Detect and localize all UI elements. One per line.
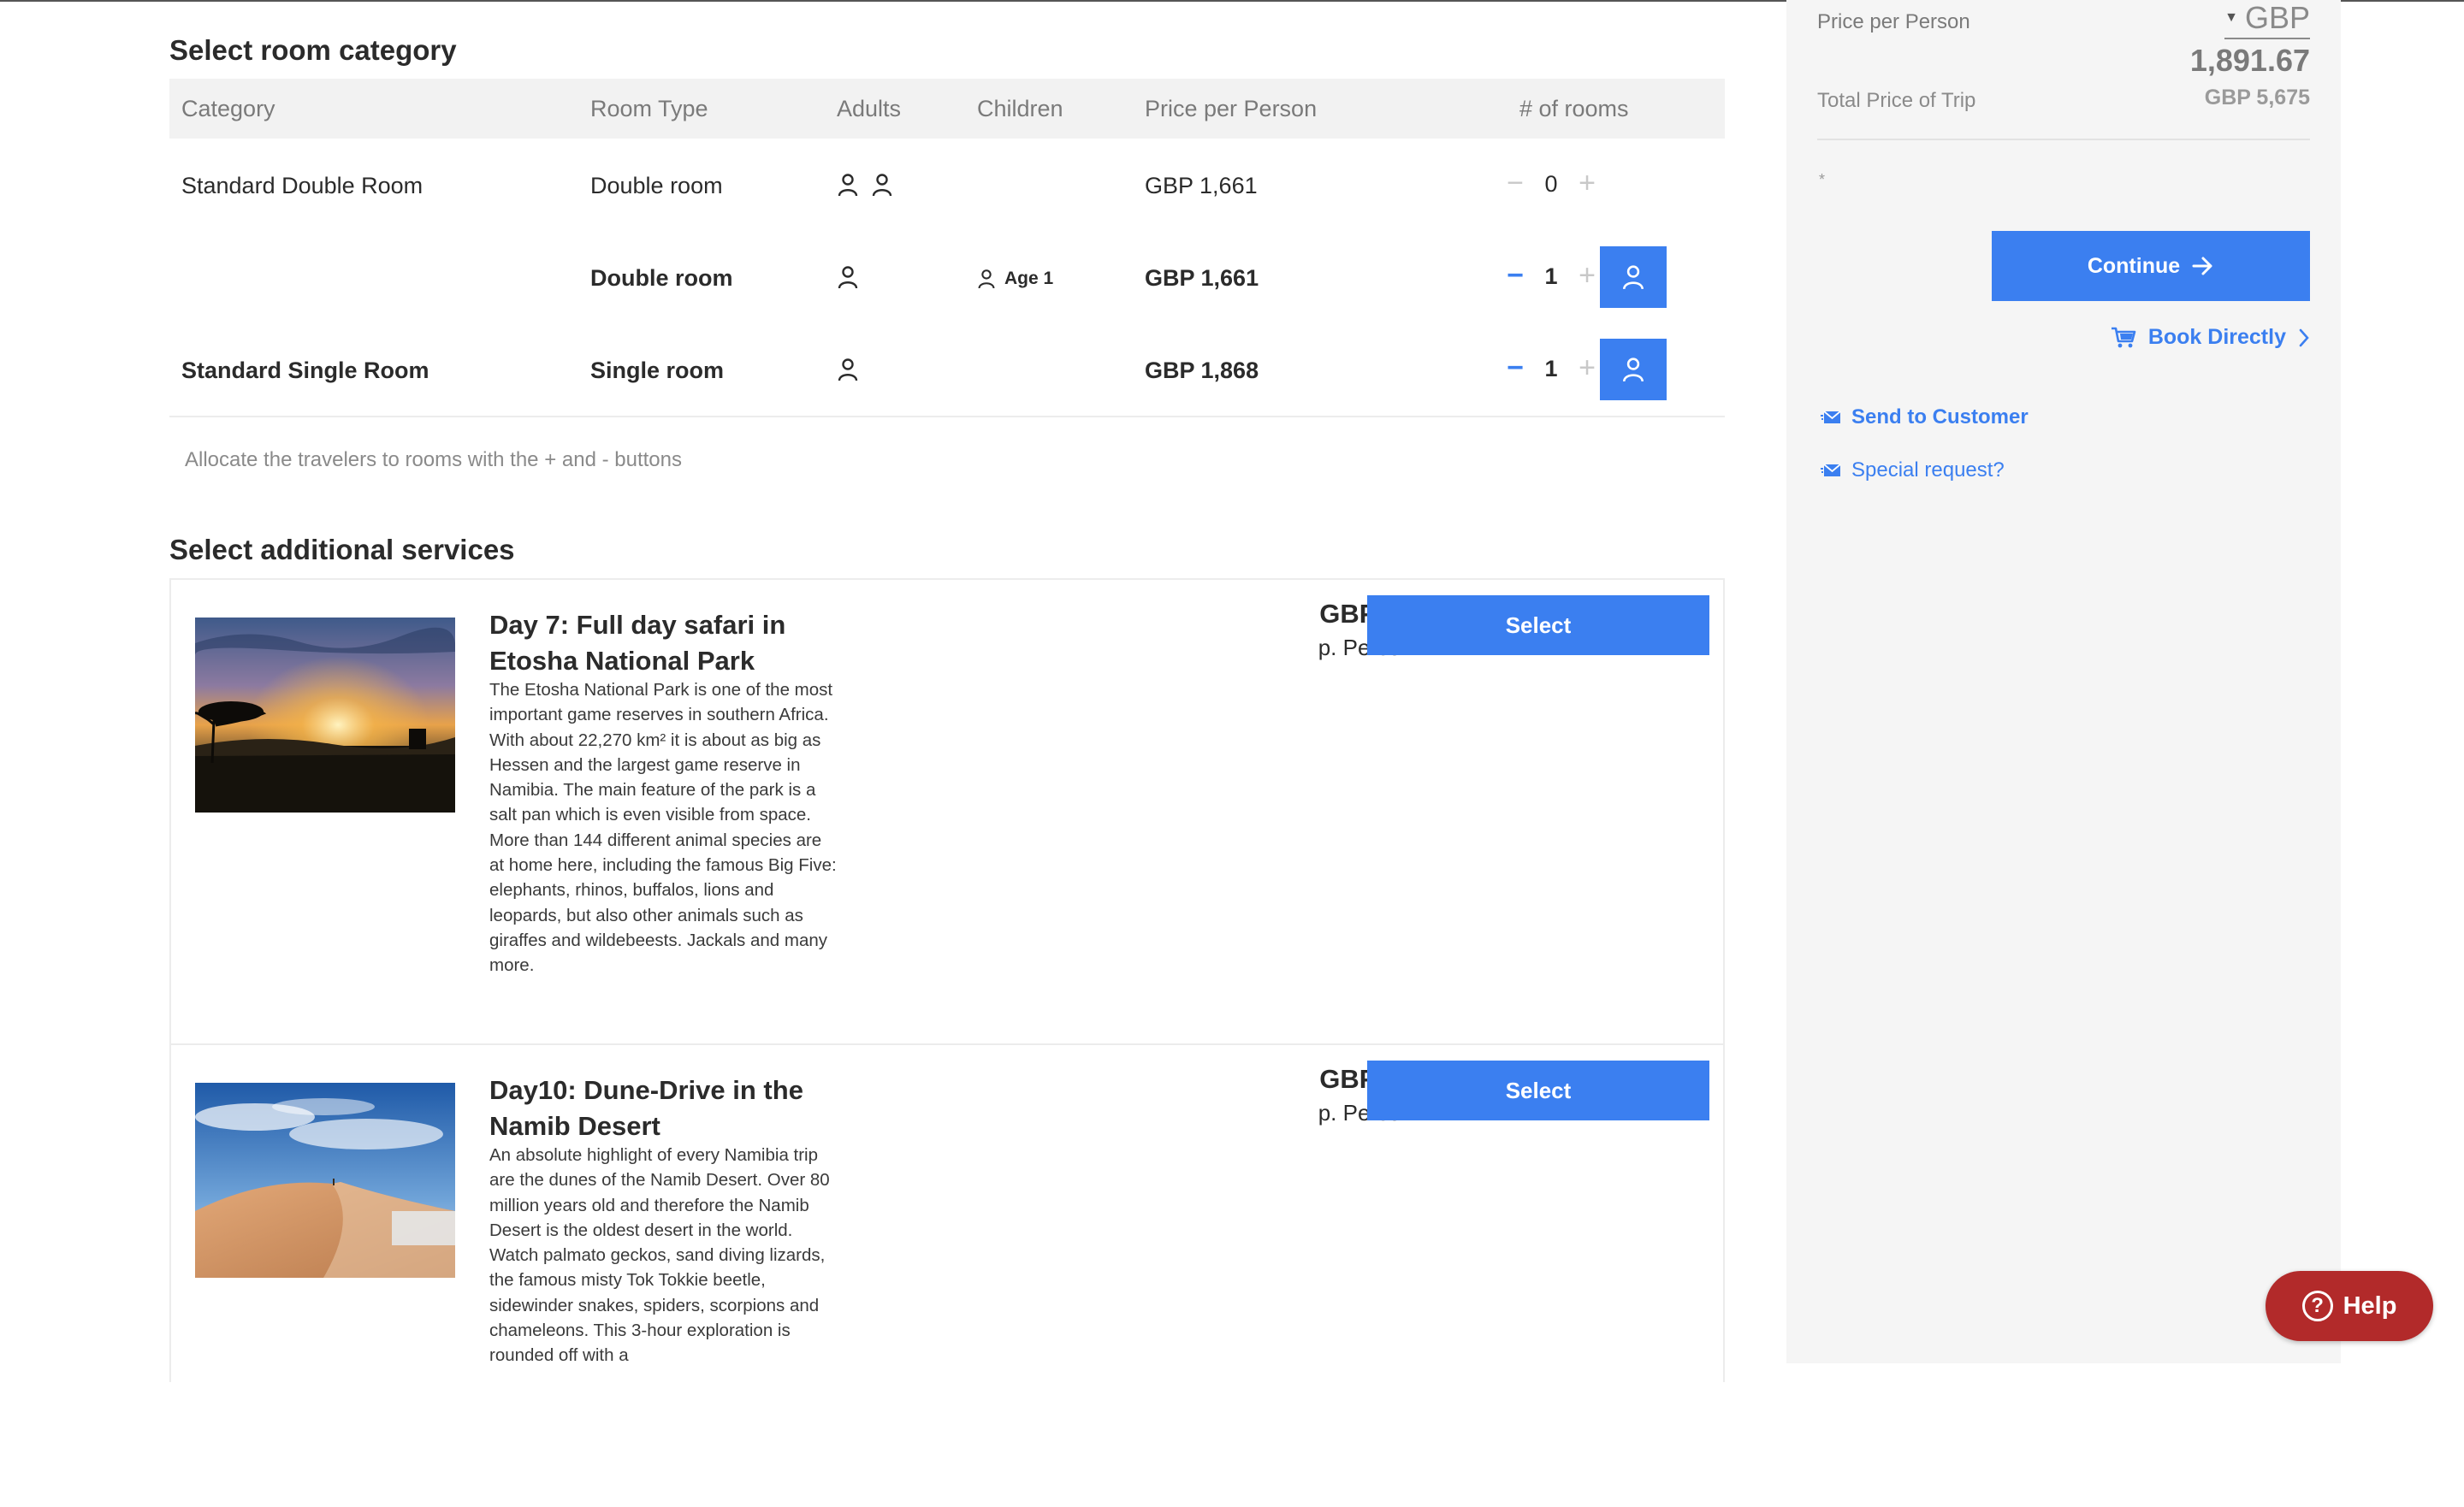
header-num-rooms: # of rooms [1519, 96, 1629, 121]
child-icon [978, 269, 995, 289]
assign-travelers-button[interactable] [1600, 339, 1667, 400]
room-table-header: Category Room Type Adults Children Price… [169, 79, 1725, 139]
room-count: 1 [1544, 263, 1558, 289]
row-price: GBP 1,661 [1145, 265, 1259, 291]
footnote-marker: * [1819, 171, 1826, 188]
continue-label: Continue [2087, 253, 2181, 278]
continue-button[interactable]: Continue [1992, 231, 2310, 301]
price-per-person-label: Price per Person [1817, 10, 1970, 33]
child-age: Age 1 [977, 269, 1053, 289]
row-room-type: Single room [590, 358, 725, 383]
header-children: Children [977, 96, 1063, 121]
table-divider [169, 416, 1725, 417]
book-directly-link[interactable]: Book Directly [2111, 325, 2310, 350]
special-request-link[interactable]: Special request? [1821, 458, 2005, 482]
person-icon [1623, 265, 1644, 290]
minus-button[interactable]: − [1496, 257, 1535, 296]
send-to-customer-label: Send to Customer [1851, 405, 2029, 428]
mail-icon [1821, 411, 1841, 423]
service-title: Day 7: Full day safari in Etosha Nationa… [489, 610, 786, 676]
room-section-title: Select room category [169, 34, 457, 66]
adults-icons [837, 358, 859, 381]
room-table: Category Room Type Adults Children Price… [169, 79, 1725, 416]
total-price-label: Total Price of Trip [1817, 89, 1976, 112]
row-room-type: Double room [590, 265, 733, 291]
caret-down-icon: ▼ [2224, 10, 2238, 25]
send-to-customer-link[interactable]: Send to Customer [1821, 405, 2029, 429]
row-category: Standard Single Room [181, 358, 429, 383]
table-row: Standard Single Room Single room GBP 1,8… [169, 323, 1725, 416]
help-label: Help [2343, 1291, 2397, 1320]
header-room-type: Room Type [590, 96, 708, 121]
person-icon [1623, 358, 1644, 382]
question-mark-icon: ? [2301, 1291, 2333, 1321]
room-count: 1 [1544, 355, 1558, 381]
select-service-button[interactable]: Select [1367, 595, 1709, 655]
room-quantity-stepper: − 1 + [1496, 349, 1607, 388]
total-price-value: GBP 5,675 [2204, 86, 2310, 109]
adults-icons [837, 265, 859, 289]
service-description: The Etosha National Park is one of the m… [489, 680, 837, 976]
services-section-title: Select additional services [169, 534, 515, 565]
row-price: GBP 1,661 [1145, 173, 1258, 198]
cart-icon [2111, 327, 2136, 347]
chevron-right-icon [2299, 328, 2309, 346]
arrow-right-icon [2192, 257, 2212, 275]
header-adults: Adults [837, 96, 902, 121]
safari-sunset-image [195, 618, 455, 813]
table-row: Standard Double Room Double room GBP 1,6… [169, 139, 1725, 231]
room-quantity-stepper: − 1 + [1496, 257, 1607, 296]
header-price: Price per Person [1145, 96, 1318, 121]
mail-icon [1821, 464, 1841, 476]
person-icon [872, 174, 892, 197]
booking-page: Select room category Category Room Type … [0, 0, 2464, 1382]
desert-dune-image [195, 1083, 455, 1278]
row-room-type: Double room [590, 173, 723, 198]
select-service-button[interactable]: Select [1367, 1061, 1709, 1120]
special-request-label: Special request? [1851, 458, 2005, 482]
book-directly-label: Book Directly [2147, 325, 2286, 349]
header-category: Category [181, 96, 275, 121]
person-icon [838, 266, 858, 289]
person-icon [838, 358, 858, 381]
minus-button[interactable]: − [1496, 164, 1535, 204]
help-button[interactable]: ? Help [2266, 1271, 2433, 1341]
currency-select[interactable]: ▼ GBP [2224, 0, 2310, 39]
room-quantity-stepper: − 0 + [1496, 164, 1607, 204]
currency-value: GBP [2244, 0, 2310, 35]
service-description: An absolute highlight of every Namibia t… [489, 1145, 830, 1366]
price-per-person-value: 1,891.67 [2189, 43, 2310, 78]
table-row: Double room Age 1 GBP 1,661 − 1 + [169, 231, 1725, 323]
room-count: 0 [1544, 170, 1558, 197]
service-item: Day10: Dune-Drive in the Namib Desert An… [171, 1043, 1723, 1507]
service-item: Day 7: Full day safari in Etosha Nationa… [171, 580, 1723, 1043]
minus-button[interactable]: − [1496, 349, 1535, 388]
adults-icons [837, 173, 893, 197]
child-age-label: Age 1 [1004, 269, 1054, 288]
services-list: Day 7: Full day safari in Etosha Nationa… [169, 578, 1725, 1382]
allocation-hint: Allocate the travelers to rooms with the… [185, 448, 682, 471]
assign-travelers-button[interactable] [1600, 246, 1667, 308]
row-category: Standard Double Room [181, 173, 424, 198]
price-sidebar: Price per Person ▼ GBP 1,891.67 Total Pr… [1786, 0, 2341, 1363]
service-title: Day10: Dune-Drive in the Namib Desert [489, 1075, 803, 1141]
person-icon [838, 174, 858, 197]
plus-button[interactable]: + [1567, 164, 1607, 204]
sidebar-divider [1817, 139, 2310, 140]
row-price: GBP 1,868 [1145, 358, 1259, 383]
